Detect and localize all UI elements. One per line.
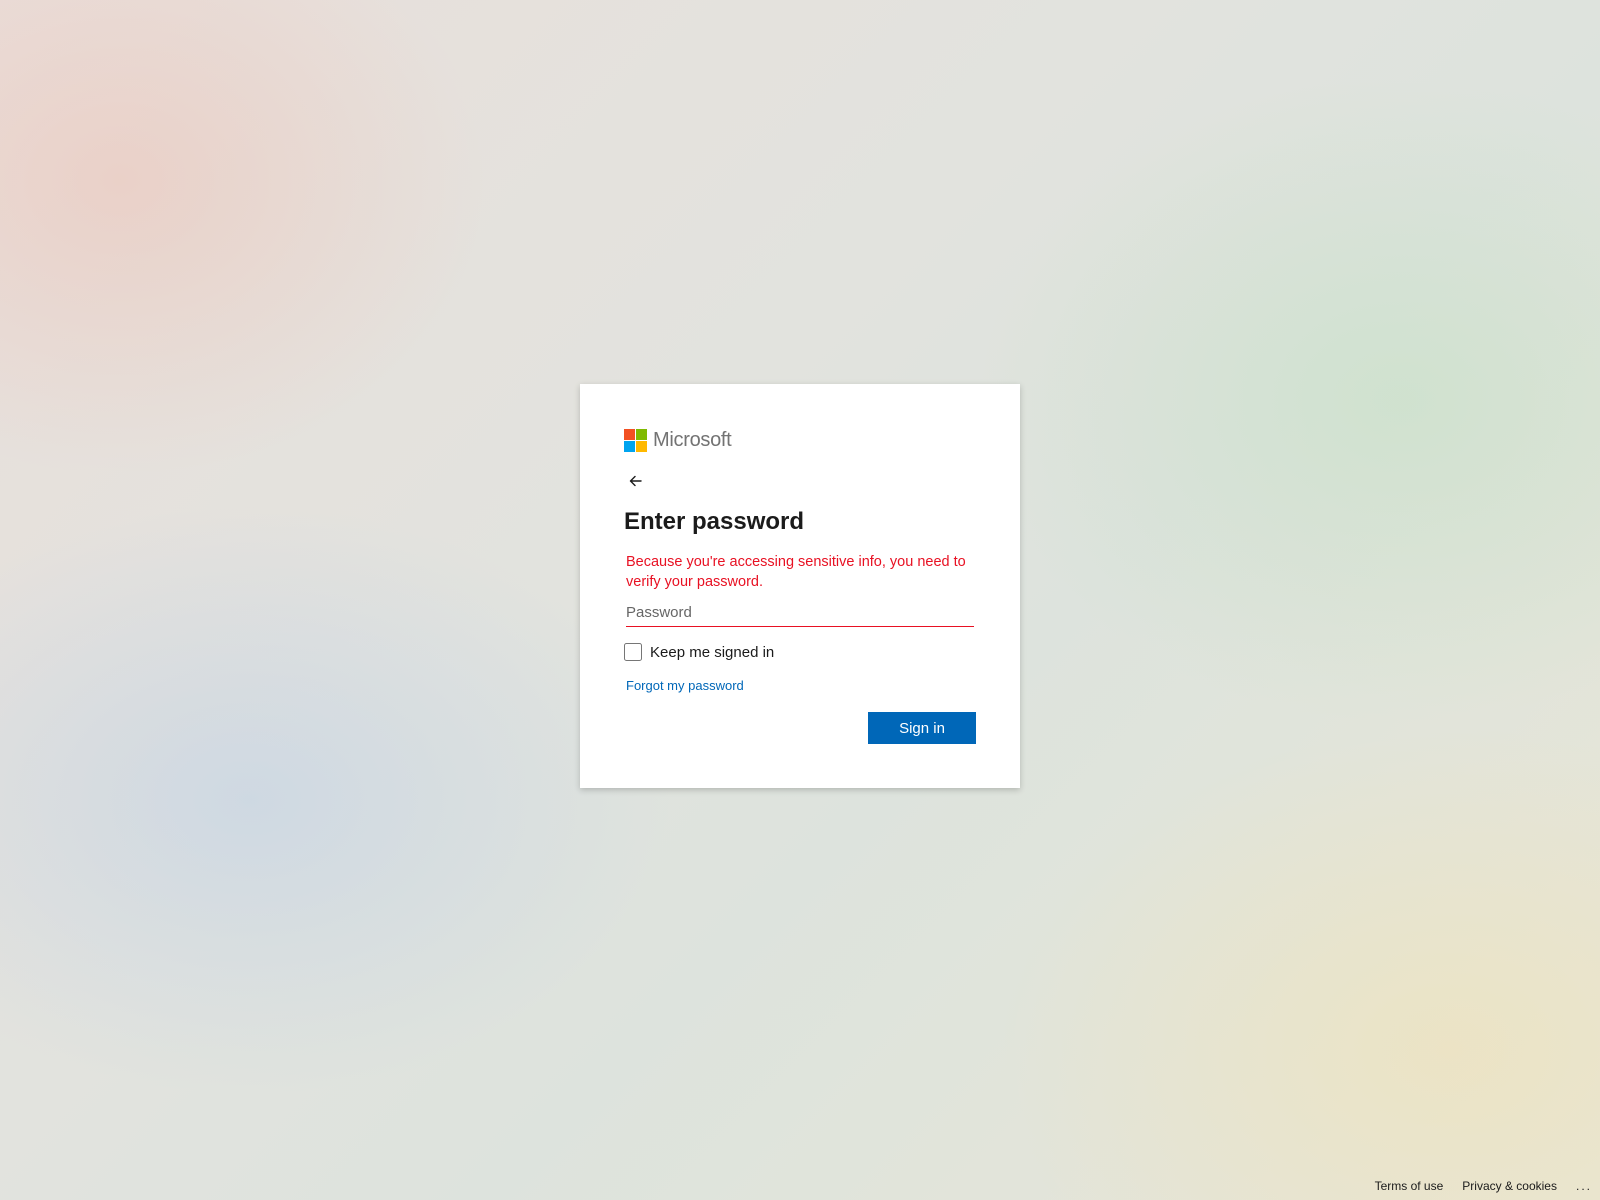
forgot-password-link[interactable]: Forgot my password [626,678,744,693]
keep-signed-in-checkbox[interactable] [624,643,642,661]
arrow-left-icon [629,475,642,487]
error-message: Because you're accessing sensitive info,… [626,554,966,590]
terms-of-use-link[interactable]: Terms of use [1375,1179,1444,1193]
privacy-cookies-link[interactable]: Privacy & cookies [1462,1179,1557,1193]
footer: Terms of use Privacy & cookies ... [1375,1172,1600,1200]
more-options-button[interactable]: ... [1576,1179,1592,1193]
page-title: Enter password [624,508,805,535]
microsoft-logo: Microsoft [624,428,976,452]
password-input[interactable] [626,598,974,627]
sign-in-card: Microsoft Enter password Because you're … [580,384,1020,788]
keep-signed-in-row: Keep me signed in [624,643,976,661]
back-button[interactable] [624,471,648,491]
sign-in-button[interactable]: Sign in [868,712,976,744]
keep-signed-in-label[interactable]: Keep me signed in [650,644,774,661]
brand-name: Microsoft [653,428,732,451]
microsoft-logo-icon [624,428,647,452]
